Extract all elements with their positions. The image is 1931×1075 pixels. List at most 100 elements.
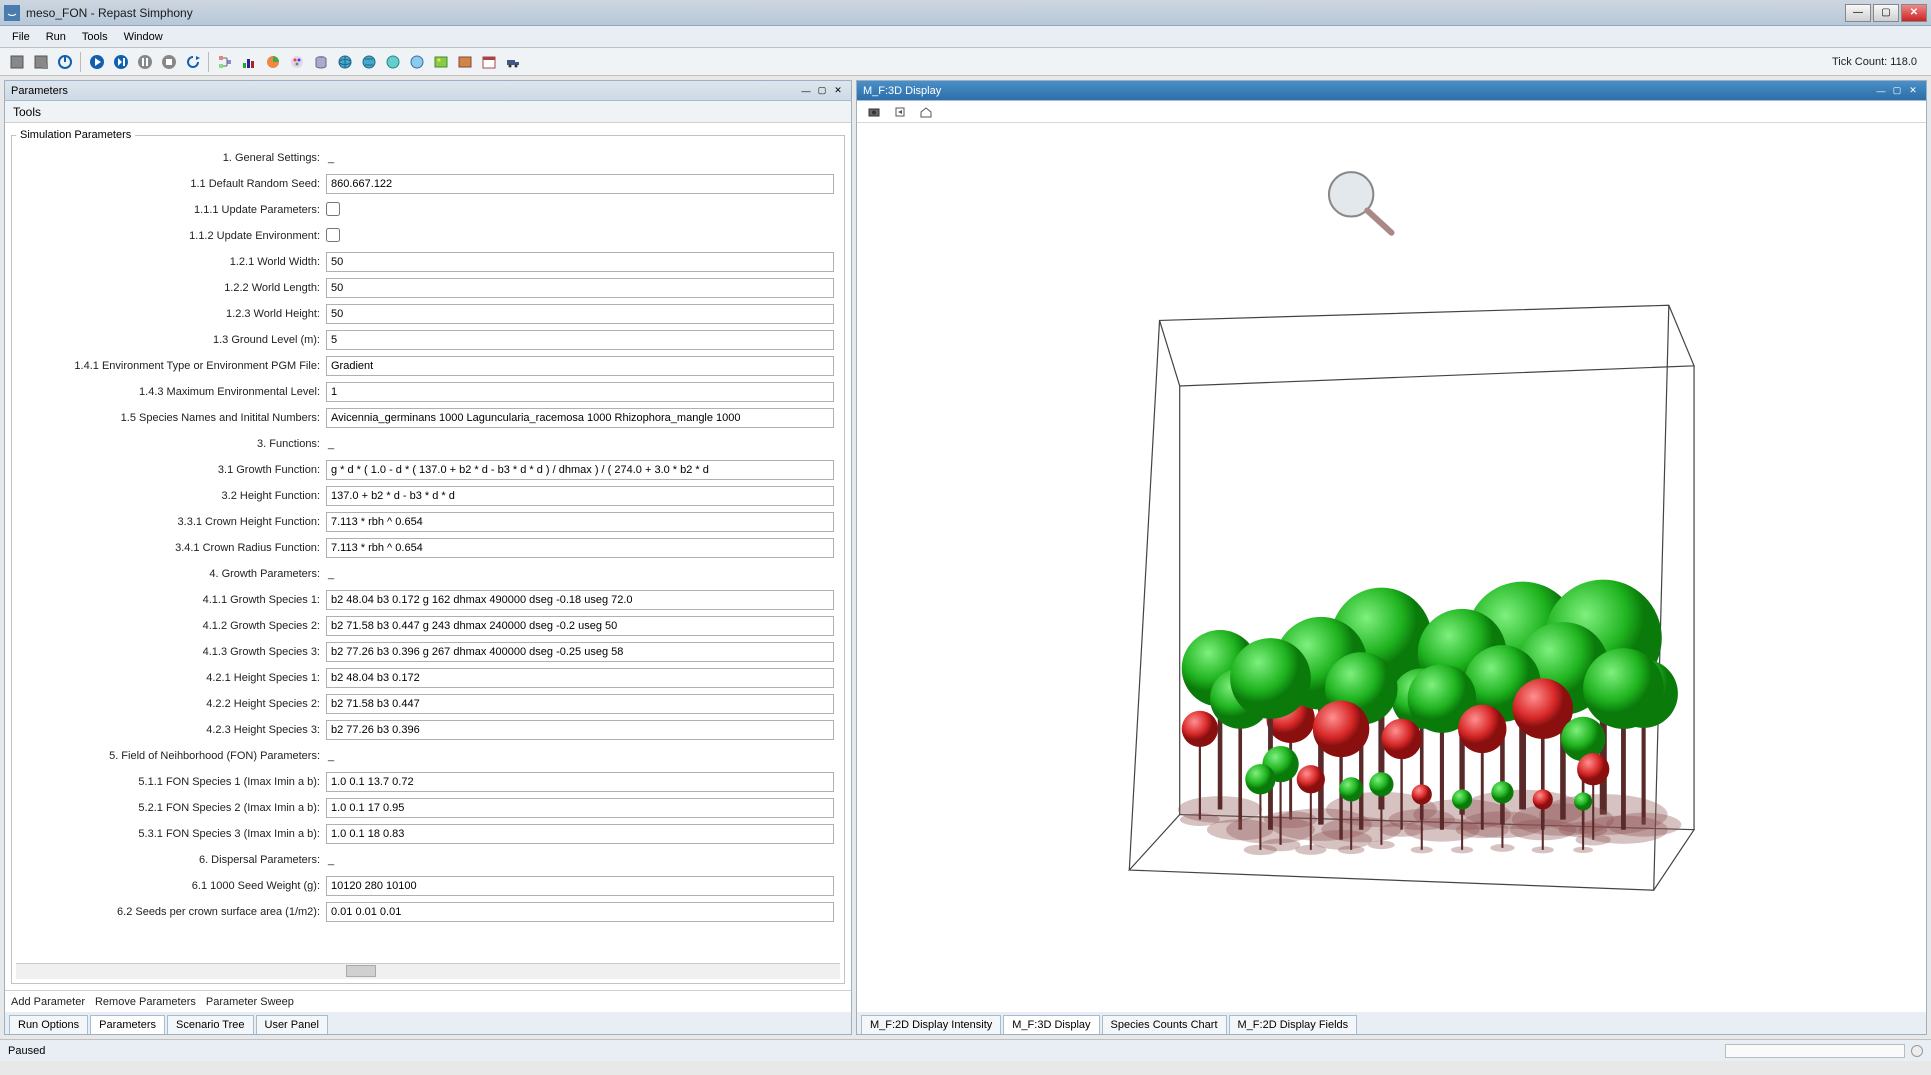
tab[interactable]: M_F:2D Display Fields <box>1229 1015 1358 1034</box>
add-parameter-link[interactable]: Add Parameter <box>11 996 85 1008</box>
frame-minimize-icon[interactable]: — <box>799 84 813 98</box>
calendar-icon[interactable] <box>478 51 500 73</box>
tree-icon[interactable] <box>214 51 236 73</box>
init-icon[interactable] <box>54 51 76 73</box>
image2-icon[interactable] <box>454 51 476 73</box>
frame-minimize-icon[interactable]: — <box>1874 84 1888 98</box>
param-label: 5.1.1 FON Species 1 (Imax Imin a b): <box>16 776 326 788</box>
parameters-scroll[interactable]: 1. General Settings:_1.1 Default Random … <box>16 145 840 963</box>
tab[interactable]: User Panel <box>256 1015 328 1034</box>
tools-header[interactable]: Tools <box>5 101 851 123</box>
param-input[interactable] <box>326 304 834 324</box>
param-row: 4.2.2 Height Species 2: <box>16 691 840 717</box>
param-input[interactable] <box>326 642 834 662</box>
image-icon[interactable] <box>430 51 452 73</box>
param-input[interactable] <box>326 538 834 558</box>
magnifier-icon <box>1329 172 1392 233</box>
display-pane: M_F:3D Display — ▢ ✕ <box>856 80 1927 1035</box>
reset-icon[interactable] <box>182 51 204 73</box>
frame-close-icon[interactable]: ✕ <box>831 84 845 98</box>
param-input[interactable] <box>326 720 834 740</box>
param-input[interactable] <box>326 876 834 896</box>
home-icon[interactable] <box>915 101 937 123</box>
save-as-icon[interactable] <box>30 51 52 73</box>
tab[interactable]: Scenario Tree <box>167 1015 253 1034</box>
3d-display-area[interactable] <box>857 123 1926 1012</box>
param-input[interactable] <box>326 798 834 818</box>
stop-icon[interactable] <box>158 51 180 73</box>
globe2-icon[interactable] <box>358 51 380 73</box>
param-static: _ <box>326 750 334 762</box>
parameter-sweep-link[interactable]: Parameter Sweep <box>206 996 294 1008</box>
param-static: _ <box>326 854 334 866</box>
param-input[interactable] <box>326 330 834 350</box>
frame-maximize-icon[interactable]: ▢ <box>1890 84 1904 98</box>
remove-parameters-link[interactable]: Remove Parameters <box>95 996 196 1008</box>
window-title: meso_FON - Repast Simphony <box>26 6 1845 20</box>
truck-icon[interactable] <box>502 51 524 73</box>
close-button[interactable]: ✕ <box>1901 4 1927 22</box>
tab[interactable]: Parameters <box>90 1015 165 1034</box>
param-row: 4.1.1 Growth Species 1: <box>16 587 840 613</box>
frame-close-icon[interactable]: ✕ <box>1906 84 1920 98</box>
param-input[interactable] <box>326 486 834 506</box>
param-input[interactable] <box>326 902 834 922</box>
param-input[interactable] <box>326 694 834 714</box>
maximize-button[interactable]: ▢ <box>1873 4 1899 22</box>
param-label: 4.2.2 Height Species 2: <box>16 698 326 710</box>
play-icon[interactable] <box>86 51 108 73</box>
tool-bar: Tick Count: 118.0 <box>0 48 1931 76</box>
param-label: 4. Growth Parameters: <box>16 568 326 580</box>
param-label: 1.1 Default Random Seed: <box>16 178 326 190</box>
globe-icon[interactable] <box>334 51 356 73</box>
param-checkbox[interactable] <box>326 202 340 216</box>
tab[interactable]: Species Counts Chart <box>1102 1015 1227 1034</box>
globe3-icon[interactable] <box>382 51 404 73</box>
step-icon[interactable] <box>110 51 132 73</box>
param-row: 4.1.3 Growth Species 3: <box>16 639 840 665</box>
param-input[interactable] <box>326 252 834 272</box>
param-row: 1.1.2 Update Environment: <box>16 223 840 249</box>
param-row: 1.3 Ground Level (m): <box>16 327 840 353</box>
param-input[interactable] <box>326 460 834 480</box>
param-checkbox[interactable] <box>326 228 340 242</box>
menu-tools[interactable]: Tools <box>76 29 114 45</box>
palette-icon[interactable] <box>286 51 308 73</box>
tab[interactable]: M_F:2D Display Intensity <box>861 1015 1001 1034</box>
minimize-button[interactable]: — <box>1845 4 1871 22</box>
param-input[interactable] <box>326 278 834 298</box>
menu-run[interactable]: Run <box>40 29 72 45</box>
param-label: 6.2 Seeds per crown surface area (1/m2): <box>16 906 326 918</box>
chart-icon[interactable] <box>238 51 260 73</box>
param-row: 1.5 Species Names and Initital Numbers: <box>16 405 840 431</box>
param-input[interactable] <box>326 668 834 688</box>
param-label: 1.2.3 World Height: <box>16 308 326 320</box>
tab[interactable]: M_F:3D Display <box>1003 1015 1099 1034</box>
param-input[interactable] <box>326 772 834 792</box>
frame-maximize-icon[interactable]: ▢ <box>815 84 829 98</box>
horizontal-scrollbar[interactable] <box>16 963 840 979</box>
menu-file[interactable]: File <box>6 29 36 45</box>
param-input[interactable] <box>326 174 834 194</box>
info-icon[interactable] <box>889 101 911 123</box>
tab[interactable]: Run Options <box>9 1015 88 1034</box>
param-input[interactable] <box>326 824 834 844</box>
param-input[interactable] <box>326 590 834 610</box>
save-icon[interactable] <box>6 51 28 73</box>
menu-window[interactable]: Window <box>118 29 169 45</box>
param-label: 1.1.2 Update Environment: <box>16 230 326 242</box>
globe4-icon[interactable] <box>406 51 428 73</box>
param-row: 4.1.2 Growth Species 2: <box>16 613 840 639</box>
param-input[interactable] <box>326 512 834 532</box>
param-input[interactable] <box>326 616 834 636</box>
db-icon[interactable] <box>310 51 332 73</box>
param-label: 4.1.3 Growth Species 3: <box>16 646 326 658</box>
param-label: 3.2 Height Function: <box>16 490 326 502</box>
parameters-pane: Parameters — ▢ ✕ Tools Simulation Parame… <box>4 80 852 1035</box>
param-input[interactable] <box>326 356 834 376</box>
pie-icon[interactable] <box>262 51 284 73</box>
param-input[interactable] <box>326 382 834 402</box>
param-input[interactable] <box>326 408 834 428</box>
camera-icon[interactable] <box>863 101 885 123</box>
pause-icon[interactable] <box>134 51 156 73</box>
